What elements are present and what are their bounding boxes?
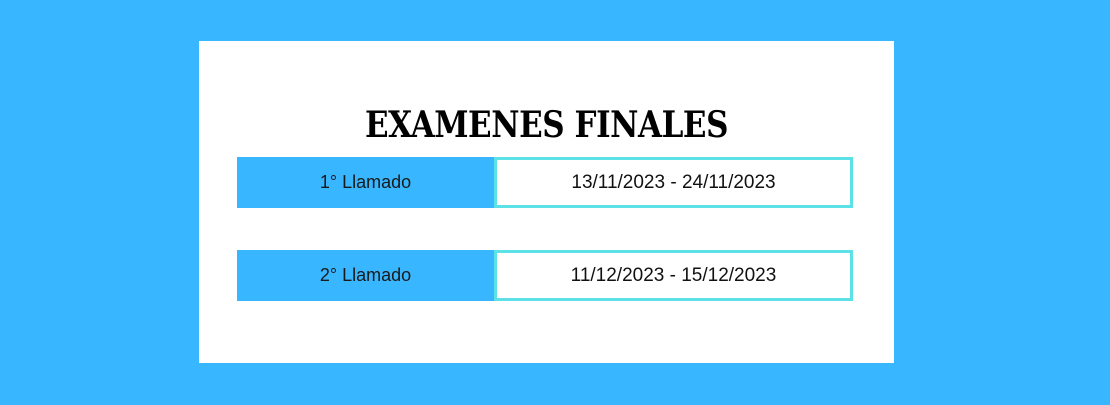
- exam-call-row: 2° Llamado 11/12/2023 - 15/12/2023: [237, 250, 853, 301]
- page-title: EXAMENES FINALES: [364, 104, 729, 146]
- call-label: 2° Llamado: [237, 250, 494, 301]
- exam-call-row: 1° Llamado 13/11/2023 - 24/11/2023: [237, 157, 853, 208]
- call-dates: 11/12/2023 - 15/12/2023: [494, 250, 853, 301]
- call-label: 1° Llamado: [237, 157, 494, 208]
- call-dates: 13/11/2023 - 24/11/2023: [494, 157, 853, 208]
- exam-card: EXAMENES FINALES 1° Llamado 13/11/2023 -…: [199, 41, 894, 363]
